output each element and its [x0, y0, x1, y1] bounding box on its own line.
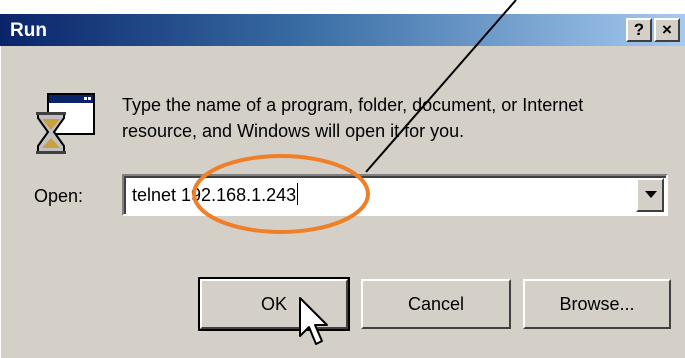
cancel-button[interactable]: Cancel [361, 279, 511, 329]
help-button[interactable]: ? [626, 18, 652, 42]
close-button[interactable]: × [654, 18, 680, 42]
close-icon: × [662, 20, 672, 39]
run-app-icon [36, 93, 95, 154]
dropdown-arrow-button[interactable] [636, 178, 664, 212]
open-input-value: telnet 192.168.1.243 [132, 185, 297, 205]
help-icon: ? [633, 20, 645, 39]
browse-button[interactable]: Browse... [523, 279, 671, 329]
text-caret [297, 183, 299, 205]
open-label: Open: [34, 186, 84, 206]
instruction-text: Type the name of a program, folder, docu… [122, 95, 584, 141]
run-dialog: Run ? × Type the name of a program, fold… [0, 14, 685, 358]
open-combobox[interactable]: telnet 192.168.1.243 [122, 174, 668, 216]
mouse-pointer-icon [299, 297, 328, 345]
window-title: Run [10, 20, 47, 41]
title-bar: Run ? × [0, 14, 685, 46]
open-input[interactable]: telnet 192.168.1.243 [132, 183, 299, 206]
